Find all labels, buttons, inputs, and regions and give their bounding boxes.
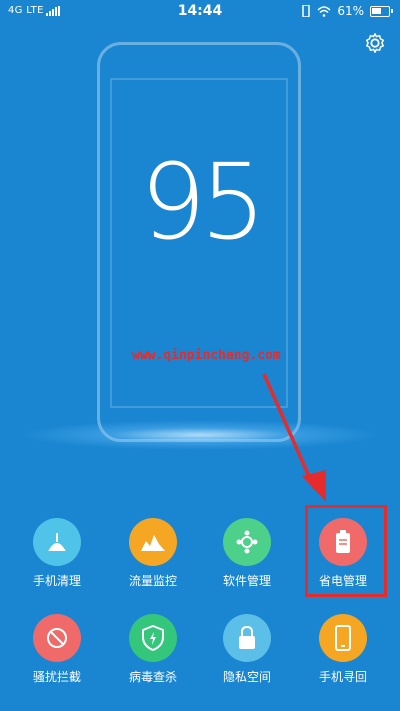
traffic-chart-icon — [129, 518, 177, 566]
battery-status-icon — [370, 5, 393, 17]
tool-label: 隐私空间 — [222, 670, 271, 684]
annotation-arrow — [262, 373, 326, 502]
vibrate-icon — [302, 5, 311, 17]
tool-privacy-space[interactable]: 隐私空间 — [202, 614, 292, 685]
health-score[interactable]: 95 — [140, 150, 266, 254]
tool-phone-cleanup[interactable]: 手机清理 — [12, 518, 102, 589]
shield-icon — [129, 614, 177, 662]
tool-find-phone[interactable]: 手机寻回 — [298, 614, 388, 685]
app-screen: 4G LTE 14:44 61% 95 www.qinpinchang.com … — [0, 0, 400, 711]
highlight-box — [305, 505, 387, 597]
lock-icon — [223, 614, 271, 662]
tool-label: 手机清理 — [32, 574, 81, 588]
app-manager-icon — [223, 518, 271, 566]
tool-label: 软件管理 — [222, 574, 271, 588]
tool-virus-scan[interactable]: 病毒查杀 — [108, 614, 198, 685]
tool-traffic-monitor[interactable]: 流量监控 — [108, 518, 198, 589]
tool-label: 骚扰拦截 — [32, 670, 81, 684]
broom-icon — [33, 518, 81, 566]
tool-label: 手机寻回 — [318, 670, 367, 684]
tool-app-manager[interactable]: 软件管理 — [202, 518, 292, 589]
tool-label: 流量监控 — [128, 574, 177, 588]
status-bar: 4G LTE 14:44 61% — [0, 0, 400, 26]
battery-percent: 61% — [337, 4, 364, 18]
tool-label: 病毒查杀 — [128, 670, 177, 684]
wifi-icon — [317, 5, 331, 17]
status-icons: 61% — [301, 4, 393, 18]
watermark-text: www.qinpinchang.com — [132, 348, 281, 363]
tool-harassment-block[interactable]: 骚扰拦截 — [12, 614, 102, 685]
block-icon — [33, 614, 81, 662]
phone-icon — [319, 614, 367, 662]
settings-gear-icon[interactable] — [364, 32, 386, 54]
